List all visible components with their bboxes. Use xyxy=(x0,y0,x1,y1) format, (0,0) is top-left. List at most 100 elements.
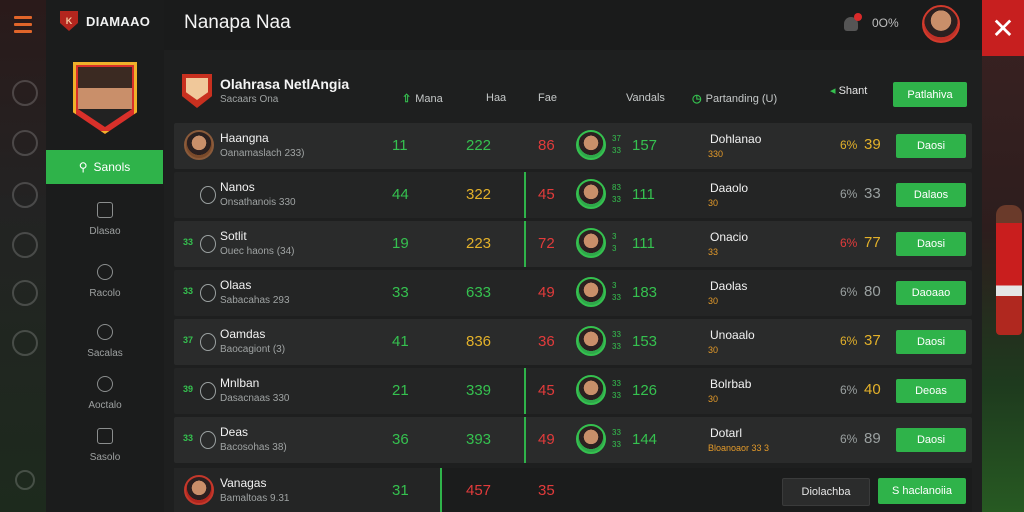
opponent-info: 30 xyxy=(708,345,719,355)
player-name: Mnlban xyxy=(220,376,260,390)
table-row[interactable]: Nanos Onsathanois 330 44 322 45 83 33 111 Daaolo… xyxy=(174,172,972,218)
stadium-background-right: ✕ xyxy=(982,0,1024,512)
footer-row: Vanagas Bamaltoas 9.31 31 457 35 Diolach… xyxy=(174,468,972,512)
sidebar-item-label: Sacalas xyxy=(87,348,123,359)
sidebar-item-4[interactable]: Sasolo xyxy=(46,428,164,463)
shant-button[interactable]: ◂ Shant xyxy=(830,84,867,97)
row-action-button[interactable]: Daosi xyxy=(896,428,966,452)
stat-value: 19 xyxy=(392,235,409,252)
team-crest-icon xyxy=(12,80,38,106)
hamburger-menu-icon[interactable] xyxy=(14,16,32,34)
player-name: Vanagas xyxy=(220,476,267,490)
stat-value: 111 xyxy=(632,186,655,203)
club-crest-icon xyxy=(200,382,216,400)
table-row[interactable]: 33 Deas Bacosohas 38) 36 393 49 33 33 144 Dotarl B… xyxy=(174,417,972,463)
patlahiva-button[interactable]: Patlahiva xyxy=(893,82,967,107)
player-info: Oanamaslach 233) xyxy=(220,148,305,159)
row-action-button[interactable]: Dalaos xyxy=(896,183,966,207)
player-name: Oamdas xyxy=(220,327,266,341)
divider xyxy=(524,221,526,267)
table-row[interactable]: 33 Olaas Sabacahas 293 33 633 49 3 33 183 Daolas 3… xyxy=(174,270,972,316)
close-button[interactable]: ✕ xyxy=(982,0,1024,56)
club-crest-icon xyxy=(200,431,216,449)
person-icon xyxy=(97,324,113,340)
opponent-name: Daolas xyxy=(710,279,748,293)
player-info: Dasacnaas 330 xyxy=(220,393,290,404)
stat-value: 157 xyxy=(632,137,658,154)
mini-stat: 33 33 xyxy=(612,330,621,351)
table-row[interactable]: 39 Mnlban Dasacnaas 330 21 339 45 33 33 126 Bolrb… xyxy=(174,368,972,414)
mini-stat: 33 xyxy=(612,232,617,253)
table-row[interactable]: 37 Oamdas Baocagiont (3) 41 836 36 33 33 153 Unoa… xyxy=(174,319,972,365)
stat-value: 36 xyxy=(538,333,555,350)
row-action-button[interactable]: Daoaao xyxy=(896,281,966,305)
sidebar-item-1[interactable]: Racolo xyxy=(46,264,164,299)
stat-value: 183 xyxy=(632,284,658,301)
ball-icon xyxy=(12,182,38,208)
opponent-info: 330 xyxy=(708,149,724,159)
column-header-mana[interactable]: ⇧ Mana xyxy=(402,92,443,105)
sidebar: K DIAMAAO ⚲ Sanols Dlasao Racolo Sacalas… xyxy=(46,0,164,512)
top-bar: Nanapa Naa 0O% xyxy=(164,0,982,50)
stat-value: 45 xyxy=(538,186,555,203)
stat-value: 41 xyxy=(392,333,409,350)
main-panel: Nanapa Naa 0O% Olahrasa NetlAngia Sacaar… xyxy=(164,0,982,512)
odds-value: 77 xyxy=(864,234,881,251)
sidebar-item-label: Sasolo xyxy=(89,452,121,463)
stat-value: 153 xyxy=(632,333,658,350)
divider xyxy=(524,417,526,463)
stat-value: 86 xyxy=(538,137,555,154)
sidebar-item-label: Racolo xyxy=(89,288,121,299)
mini-stat: 83 33 xyxy=(612,183,621,204)
opponent-info: 33 xyxy=(708,247,719,257)
table-row[interactable]: Haangna Oanamaslach 233) 11 222 86 37 33 157 Doh… xyxy=(174,123,972,169)
column-header-haa[interactable]: Haa xyxy=(486,92,506,104)
ball-icon xyxy=(12,232,38,258)
primary-button[interactable]: S haclanoiia xyxy=(878,478,966,504)
stat-value: 44 xyxy=(392,186,409,203)
stat-value: 35 xyxy=(538,482,555,499)
opponent-avatar xyxy=(576,277,606,307)
stat-value: 11 xyxy=(392,137,408,154)
sidebar-item-active[interactable]: ⚲ Sanols xyxy=(46,150,163,184)
table-row[interactable]: 33 Sotlit Ouec haons (34) 19 223 72 3 3 111 Onaci… xyxy=(174,221,972,267)
megaphone-icon: ◂ xyxy=(830,85,839,97)
player-avatar xyxy=(184,130,214,160)
stat-value: 126 xyxy=(632,382,658,399)
sidebar-item-label: Dlasao xyxy=(89,226,121,237)
table-subtitle: Sacaars Ona xyxy=(220,94,279,105)
stat-value: 457 xyxy=(466,482,492,499)
row-action-button[interactable]: Daosi xyxy=(896,134,966,158)
column-header-vandals[interactable]: Vandals xyxy=(626,92,665,104)
stat-value: 223 xyxy=(466,235,492,252)
row-action-button[interactable]: Daosi xyxy=(896,330,966,354)
trophy-icon: ⚲ xyxy=(78,160,88,174)
stat-value: 111 xyxy=(632,235,655,252)
sidebar-item-3[interactable]: Aoctalo xyxy=(46,376,164,411)
player-avatar xyxy=(184,475,214,505)
column-header-partanding[interactable]: ◷ Partanding (U) xyxy=(692,92,777,105)
odds-percent: 6% xyxy=(840,285,858,299)
odds-percent: 6% xyxy=(840,432,858,446)
stat-value: 36 xyxy=(392,431,409,448)
secondary-button[interactable]: Diolachba xyxy=(782,478,870,506)
player-name: Haangna xyxy=(220,131,269,145)
user-avatar[interactable] xyxy=(922,5,960,43)
odds-value: 37 xyxy=(864,332,881,349)
page-title: Nanapa Naa xyxy=(184,12,291,33)
rank-badge: 33 xyxy=(182,237,193,247)
stat-value: 836 xyxy=(466,333,492,350)
stat-value: 222 xyxy=(466,137,492,154)
player-info: Sabacahas 293 xyxy=(220,295,290,306)
odds-value: 89 xyxy=(864,430,881,447)
arrow-up-icon: ⇧ xyxy=(402,93,412,105)
sidebar-item-2[interactable]: Sacalas xyxy=(46,324,164,359)
column-header-fae[interactable]: Fae xyxy=(538,92,557,104)
player-info: Bacosohas 38) xyxy=(220,442,287,453)
row-action-button[interactable]: Deoas xyxy=(896,379,966,403)
opponent-avatar xyxy=(576,326,606,356)
odds-percent: 6% xyxy=(840,236,858,250)
row-action-button[interactable]: Daosi xyxy=(896,232,966,256)
player-avatar[interactable] xyxy=(73,62,137,134)
sidebar-item-0[interactable]: Dlasao xyxy=(46,202,164,237)
